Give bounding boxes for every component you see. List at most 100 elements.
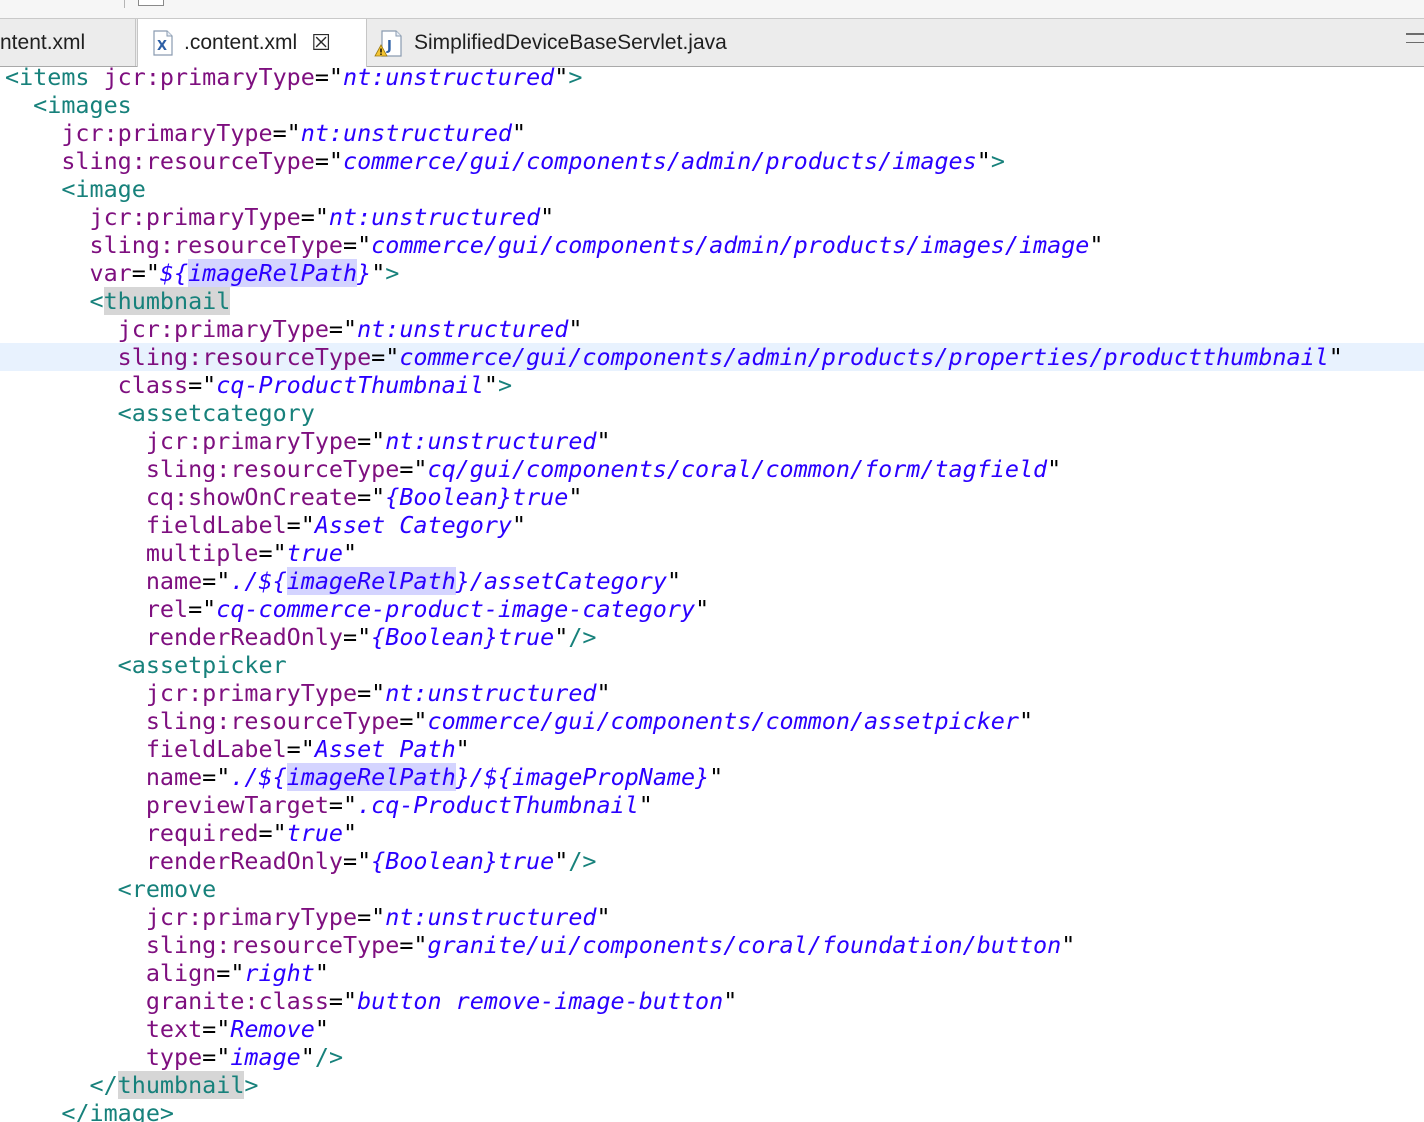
xml-punctuation: =" <box>328 987 358 1015</box>
tab-dot-content-xml[interactable]: X .content.xml ☒ <box>137 19 367 67</box>
code-line[interactable]: granite:class="button remove-image-butto… <box>0 987 1424 1015</box>
xml-attribute-value: nt:unstructured <box>343 67 555 91</box>
xml-punctuation: " <box>1047 455 1062 483</box>
code-line[interactable]: fieldLabel="Asset Path" <box>0 735 1424 763</box>
xml-file-icon: X <box>152 30 174 56</box>
xml-attribute-value: }/${imagePropName} <box>455 763 710 791</box>
xml-tag: /> <box>568 847 597 875</box>
xml-attribute: sling:resourceType <box>145 455 400 483</box>
code-line[interactable]: name="./${imageRelPath}/${imagePropName}… <box>0 763 1424 791</box>
code-line[interactable]: jcr:primaryType="nt:unstructured" <box>0 679 1424 707</box>
xml-attribute: jcr:primaryType <box>117 315 329 343</box>
code-line[interactable]: sling:resourceType="cq/gui/components/co… <box>0 455 1424 483</box>
code-line[interactable]: cq:showOnCreate="{Boolean}true" <box>0 483 1424 511</box>
code-line[interactable]: sling:resourceType="commerce/gui/compone… <box>0 147 1424 175</box>
xml-punctuation: =" <box>286 511 315 539</box>
close-icon[interactable]: ☒ <box>311 32 331 54</box>
xml-punctuation: =" <box>258 539 287 567</box>
code-line[interactable]: jcr:primaryType="nt:unstructured" <box>0 203 1424 231</box>
code-line[interactable]: </image> <box>0 1099 1424 1122</box>
xml-punctuation: " <box>483 371 498 399</box>
xml-punctuation: =" <box>357 427 386 455</box>
xml-source-editor[interactable]: <items jcr:primaryType="nt:unstructured"… <box>0 67 1424 1122</box>
tab-content-xml-partial[interactable]: ntent.xml <box>0 19 136 66</box>
code-text: sling:resourceType="granite/ui/component… <box>5 931 1075 959</box>
code-line[interactable]: sling:resourceType="commerce/gui/compone… <box>0 231 1424 259</box>
xml-attribute-value: ${ <box>159 259 189 287</box>
code-text: jcr:primaryType="nt:unstructured" <box>5 119 526 147</box>
code-text: sling:resourceType="commerce/gui/compone… <box>5 343 1343 371</box>
xml-attribute-value: commerce/gui/components/admin/products/i… <box>343 147 977 175</box>
xml-punctuation: " <box>554 623 569 651</box>
xml-punctuation: " <box>723 987 738 1015</box>
xml-attribute-value: Remove <box>230 1015 315 1043</box>
code-line[interactable]: align="right" <box>0 959 1424 987</box>
code-line[interactable]: <remove <box>0 875 1424 903</box>
code-line[interactable]: fieldLabel="Asset Category" <box>0 511 1424 539</box>
xml-punctuation: =" <box>131 259 160 287</box>
xml-attribute-value: commerce/gui/components/common/assetpick… <box>427 707 1019 735</box>
code-line[interactable]: type="image"/> <box>0 1043 1424 1071</box>
xml-attribute: name <box>145 763 203 791</box>
xml-punctuation: " <box>1018 707 1034 735</box>
code-line[interactable]: <image <box>0 175 1424 203</box>
code-line[interactable]: <images <box>0 91 1424 119</box>
xml-tag: > <box>497 371 513 399</box>
code-line[interactable]: jcr:primaryType="nt:unstructured" <box>0 315 1424 343</box>
code-text: <images <box>5 91 132 119</box>
xml-punctuation: " <box>596 903 611 931</box>
code-line[interactable]: sling:resourceType="granite/ui/component… <box>0 931 1424 959</box>
xml-punctuation: " <box>540 203 555 231</box>
xml-attribute: sling:resourceType <box>145 707 400 735</box>
code-line[interactable]: required="true" <box>0 819 1424 847</box>
xml-punctuation: =" <box>300 203 329 231</box>
code-line[interactable]: <items jcr:primaryType="nt:unstructured"… <box>0 67 1424 91</box>
code-line[interactable]: jcr:primaryType="nt:unstructured" <box>0 119 1424 147</box>
xml-punctuation: " <box>568 315 583 343</box>
minimize-icon[interactable] <box>1406 33 1424 43</box>
code-line[interactable]: var="${imageRelPath}"> <box>0 259 1424 287</box>
xml-punctuation: " <box>638 791 653 819</box>
tab-label: SimplifiedDeviceBaseServlet.java <box>414 30 727 54</box>
xml-tag: </image> <box>61 1099 175 1122</box>
code-line[interactable]: class="cq-ProductThumbnail"> <box>0 371 1424 399</box>
tab-simplified-device-base-servlet[interactable]: J SimplifiedDeviceBaseServlet.java <box>368 19 788 66</box>
xml-punctuation: =" <box>272 119 301 147</box>
code-line[interactable]: text="Remove" <box>0 1015 1424 1043</box>
xml-attribute-value: cq-ProductThumbnail <box>216 371 484 399</box>
xml-tag: <remove <box>117 875 217 903</box>
code-line[interactable]: name="./${imageRelPath}/assetCategory" <box>0 567 1424 595</box>
code-line[interactable]: previewTarget=".cq-ProductThumbnail" <box>0 791 1424 819</box>
xml-attribute: cq:showOnCreate <box>145 483 358 511</box>
code-line[interactable]: sling:resourceType="commerce/gui/compone… <box>0 707 1424 735</box>
code-line[interactable]: jcr:primaryType="nt:unstructured" <box>0 903 1424 931</box>
xml-punctuation: =" <box>399 455 428 483</box>
xml-punctuation: " <box>1061 931 1076 959</box>
xml-punctuation: =" <box>314 147 343 175</box>
code-line[interactable]: jcr:primaryType="nt:unstructured" <box>0 427 1424 455</box>
current-code-line[interactable]: sling:resourceType="commerce/gui/compone… <box>0 343 1424 371</box>
xml-attribute: jcr:primaryType <box>89 203 301 231</box>
code-line[interactable]: rel="cq-commerce-product-image-category" <box>0 595 1424 623</box>
code-line[interactable]: <thumbnail <box>0 287 1424 315</box>
code-text: multiple="true" <box>5 539 357 567</box>
code-line[interactable]: renderReadOnly="{Boolean}true"/> <box>0 847 1424 875</box>
xml-punctuation: " <box>343 819 358 847</box>
code-line[interactable]: renderReadOnly="{Boolean}true"/> <box>0 623 1424 651</box>
occurrence-highlight: imageRelPath <box>286 763 456 791</box>
xml-punctuation: =" <box>328 315 358 343</box>
xml-tag: /> <box>568 623 597 651</box>
code-line[interactable]: multiple="true" <box>0 539 1424 567</box>
code-line[interactable]: <assetcategory <box>0 399 1424 427</box>
code-line[interactable]: <assetpicker <box>0 651 1424 679</box>
code-line[interactable]: </thumbnail> <box>0 1071 1424 1099</box>
